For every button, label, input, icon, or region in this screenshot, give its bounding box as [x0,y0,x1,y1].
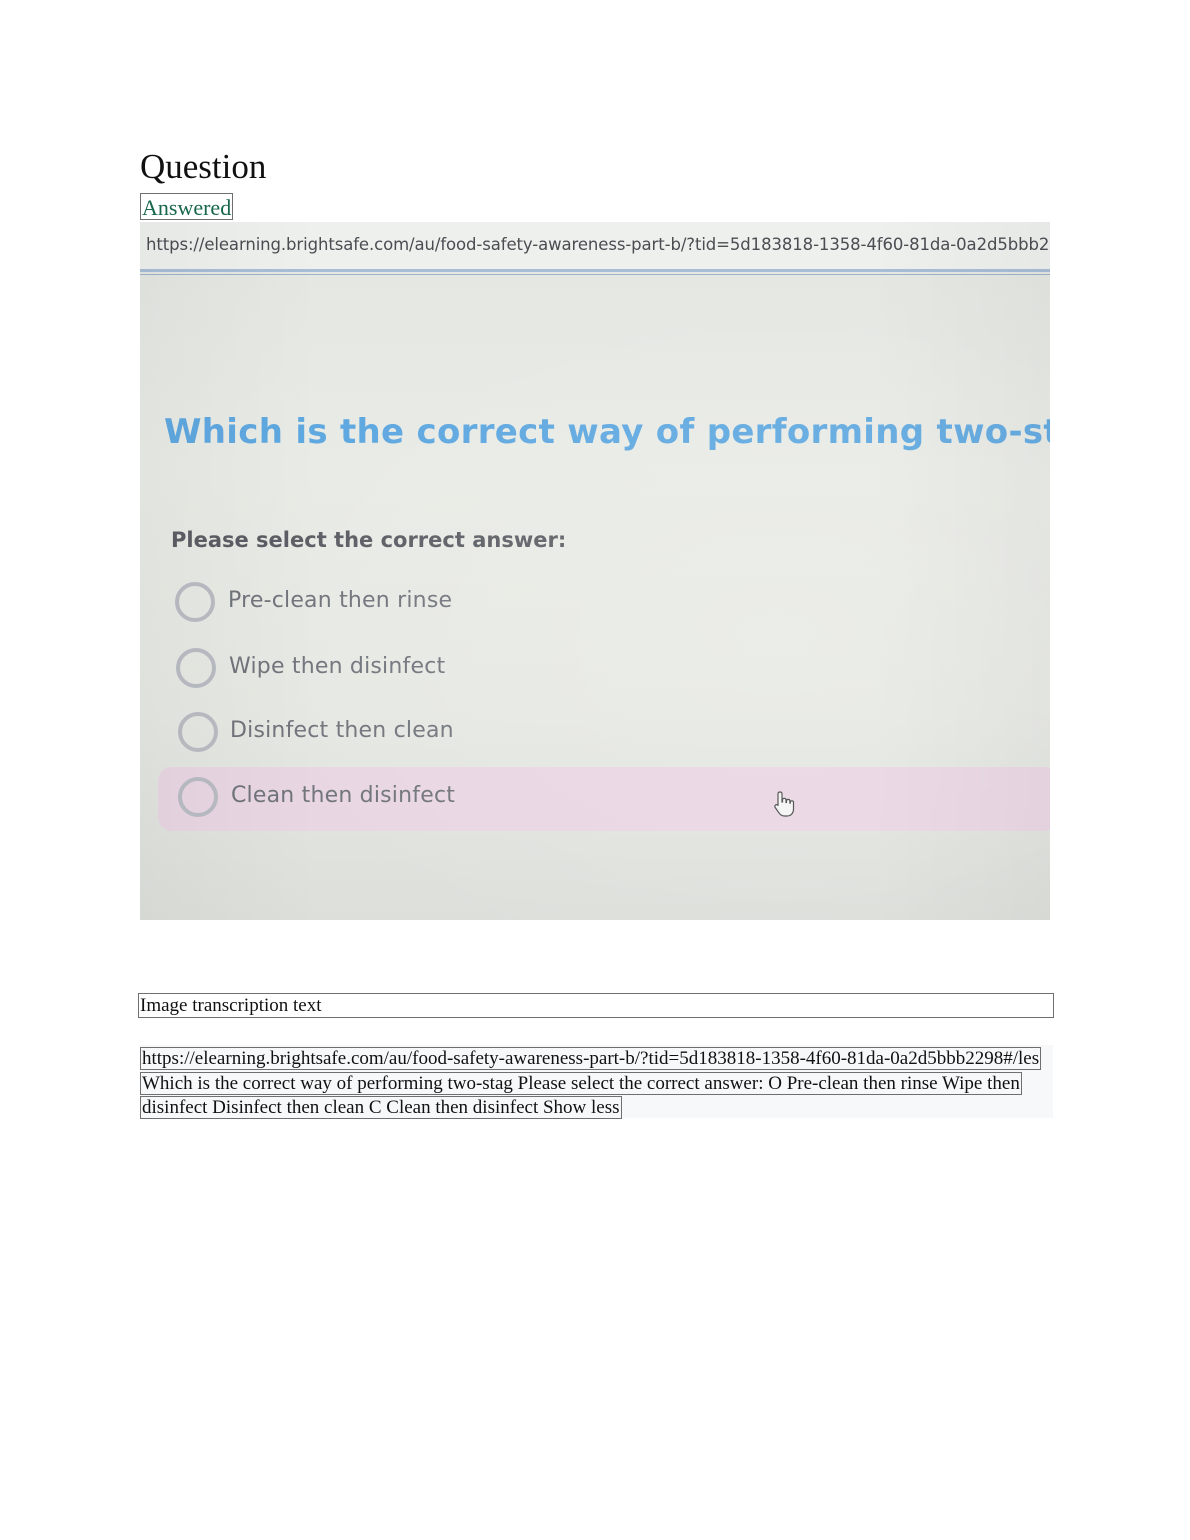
radio-button-icon[interactable] [176,648,216,688]
browser-address-bar: https://elearning.brightsafe.com/au/food… [140,222,1050,272]
answer-option-label: Pre-clean then rinse [228,588,453,613]
page-title: Question [140,147,267,186]
url-text: https://elearning.brightsafe.com/au/food… [146,235,1050,254]
transcription-text: https://elearning.brightsafe.com/au/food… [140,1047,1042,1121]
answer-option[interactable]: Wipe then disinfect [158,638,1050,702]
answer-option-label: Disinfect then clean [230,718,454,743]
radio-button-icon[interactable] [178,777,218,817]
answer-option-highlighted[interactable]: Clean then disinfect [158,767,1050,831]
question-screenshot-photo: https://elearning.brightsafe.com/au/food… [140,222,1050,920]
answer-option[interactable]: Pre-clean then rinse [158,572,1050,636]
hand-pointer-icon [774,791,795,817]
answer-option-label: Clean then disinfect [231,783,456,808]
transcription-body: https://elearning.brightsafe.com/au/food… [140,1047,1042,1119]
transcription-heading: Image transcription text [138,993,1054,1018]
answer-option-label: Wipe then disinfect [229,654,446,679]
transcription-panel: https://elearning.brightsafe.com/au/food… [140,1045,1053,1121]
question-heading: Which is the correct way of performing t… [164,412,1050,452]
radio-button-icon[interactable] [178,712,218,752]
answer-prompt: Please select the correct answer: [171,528,567,552]
answer-option[interactable]: Disinfect then clean [158,702,1050,766]
status-badge: Answered [140,193,234,220]
address-bar-divider [140,274,1050,275]
radio-button-icon[interactable] [175,582,215,622]
